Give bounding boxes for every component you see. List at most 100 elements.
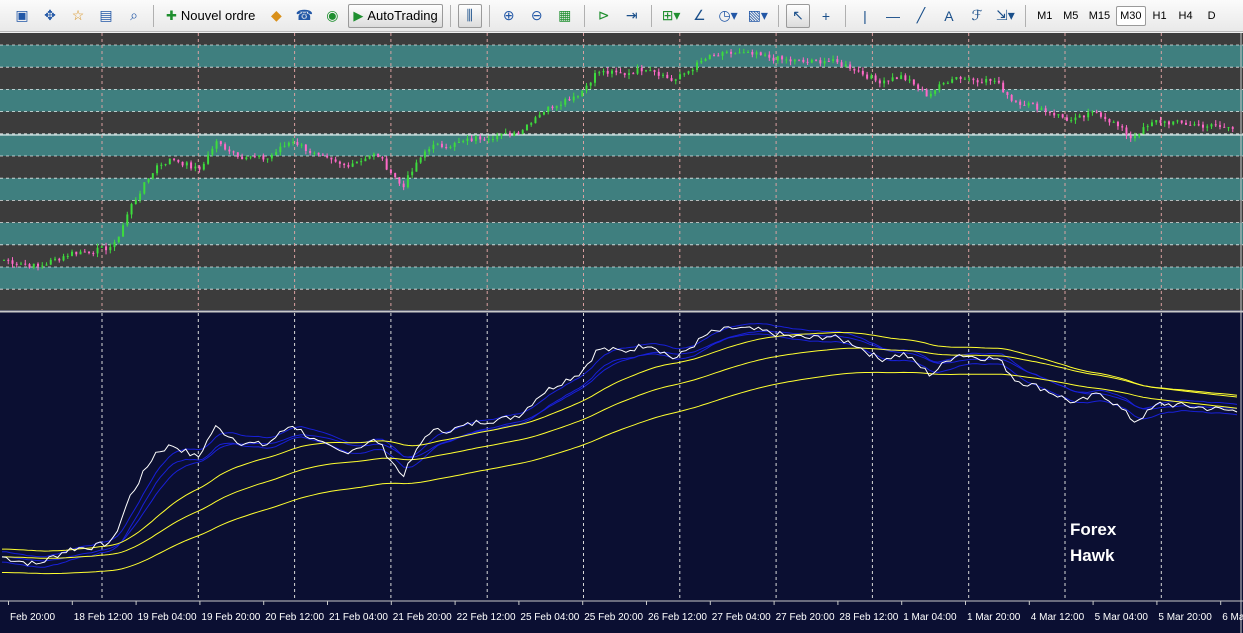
candle-body [245, 157, 248, 160]
candle-body [581, 90, 584, 97]
candle-body [721, 52, 724, 56]
candle-body [1184, 122, 1187, 125]
toolbar-divider [844, 4, 846, 27]
candle-body [551, 106, 554, 109]
candle-body [258, 155, 261, 157]
candle-body [177, 159, 180, 162]
candle-body [1027, 103, 1030, 106]
candle-body [372, 153, 375, 156]
signals-icon[interactable]: ◉ [320, 4, 344, 28]
zone-band-gray [0, 67, 1243, 90]
templates-icon[interactable]: ∠ [687, 4, 711, 28]
candle-body [1159, 120, 1162, 123]
market-watch-icon[interactable]: ☆ [66, 4, 90, 28]
candle-body [470, 138, 473, 142]
candle-body [989, 78, 992, 81]
candle-body [283, 145, 286, 147]
data-window-icon[interactable]: ⌕ [122, 4, 146, 28]
cursor-icon[interactable]: ↖ [785, 3, 810, 28]
new-chart-icon[interactable]: ▣ [10, 4, 34, 28]
candle-body [525, 124, 528, 131]
periods-icon[interactable]: ◷▾ [715, 4, 740, 28]
candle-body [1218, 125, 1221, 127]
candle-body [338, 161, 341, 164]
x-tick-label: 26 Feb 12:00 [648, 612, 707, 623]
new-order-button[interactable]: ✚ Nouvel ordre [161, 4, 260, 28]
candle-body [20, 263, 23, 265]
zone-band-gray [0, 289, 1243, 310]
candle-body [83, 251, 86, 253]
candle-body [457, 141, 460, 144]
chart-window[interactable]: Feb 20:00 18 Feb 12:00 19 Feb 04:00 19 Feb … [0, 33, 1243, 633]
autotrading-icon: ▶ [353, 7, 364, 23]
trendline-icon[interactable]: ╱ [909, 4, 933, 28]
candle-body [1014, 100, 1017, 102]
alerts-icon[interactable]: ☎ [292, 4, 316, 28]
candle-body [602, 70, 605, 73]
candle-body [878, 80, 881, 84]
candle-body [109, 247, 112, 251]
candle-body [887, 80, 890, 82]
candle-body [802, 59, 805, 62]
candle-body [793, 59, 796, 62]
candle-body [640, 67, 643, 72]
chart-shift-icon[interactable]: ⇥ [620, 4, 644, 28]
candle-body [1172, 121, 1175, 125]
crosshair-icon[interactable]: + [814, 4, 838, 28]
candle-body [568, 99, 571, 101]
shapes-icon[interactable]: ⇲▾ [993, 4, 1018, 28]
candle-body [164, 164, 167, 166]
bar-chart-icon[interactable]: ⫼ [457, 3, 482, 28]
candle-body [88, 251, 91, 254]
candle-body [3, 259, 5, 261]
autotrading-button[interactable]: ▶ AutoTrading [348, 3, 443, 28]
candle-body [224, 144, 227, 150]
candle-body [62, 256, 65, 261]
navigator-icon[interactable]: ▤ [94, 4, 118, 28]
indicators-icon[interactable]: ⊞▾ [659, 4, 684, 28]
properties-icon[interactable]: ▧▾ [745, 4, 771, 28]
candle-body [1065, 117, 1068, 121]
timeframe-m30[interactable]: M30 [1116, 5, 1146, 26]
candle-body [781, 56, 784, 60]
timeframe-h1[interactable]: H1 [1148, 6, 1172, 26]
tile-windows-icon[interactable]: ▦ [553, 4, 577, 28]
horizontal-line-icon[interactable]: — [881, 4, 905, 28]
zoom-out-icon[interactable]: ⊖ [525, 4, 549, 28]
candle-body [776, 56, 779, 61]
candle-body [1227, 127, 1230, 129]
candle-body [232, 151, 235, 153]
meta-editor-icon[interactable]: ◆ [264, 4, 288, 28]
candle-body [530, 123, 533, 125]
autoscroll-icon[interactable]: ⊳ [592, 4, 616, 28]
candle-body [11, 260, 14, 264]
candle-body [168, 158, 171, 165]
candle-body [181, 161, 184, 166]
candle-body [912, 79, 915, 85]
timeframe-m15[interactable]: M15 [1085, 6, 1114, 26]
candle-body [713, 54, 716, 56]
timeframe-m1[interactable]: M1 [1033, 6, 1057, 26]
chart-canvas[interactable]: Feb 20:00 18 Feb 12:00 19 Feb 04:00 19 Feb … [0, 33, 1243, 633]
timeframe-h4[interactable]: H4 [1174, 6, 1198, 26]
candle-body [606, 70, 609, 74]
candle-body [632, 73, 635, 75]
timeframe-d[interactable]: D [1200, 6, 1224, 26]
x-tick-label: 21 Feb 04:00 [329, 612, 388, 623]
candle-body [466, 138, 469, 141]
candle-body [1146, 126, 1149, 128]
fibonacci-icon[interactable]: ℱ [965, 4, 989, 28]
candle-body [504, 132, 507, 134]
x-tick-label: 1 Mar 04:00 [903, 612, 957, 623]
vertical-line-icon[interactable]: | [853, 4, 877, 28]
timeframe-m5[interactable]: M5 [1059, 6, 1083, 26]
zoom-in-icon[interactable]: ⊕ [497, 4, 521, 28]
candle-body [547, 106, 550, 112]
candle-body [1201, 124, 1204, 128]
candle-body [343, 163, 346, 166]
candle-body [1006, 92, 1009, 95]
candle-body [517, 132, 520, 134]
candle-body [572, 96, 575, 101]
text-tool-button[interactable]: A [937, 4, 961, 28]
profiles-icon[interactable]: ✥ [38, 4, 62, 28]
